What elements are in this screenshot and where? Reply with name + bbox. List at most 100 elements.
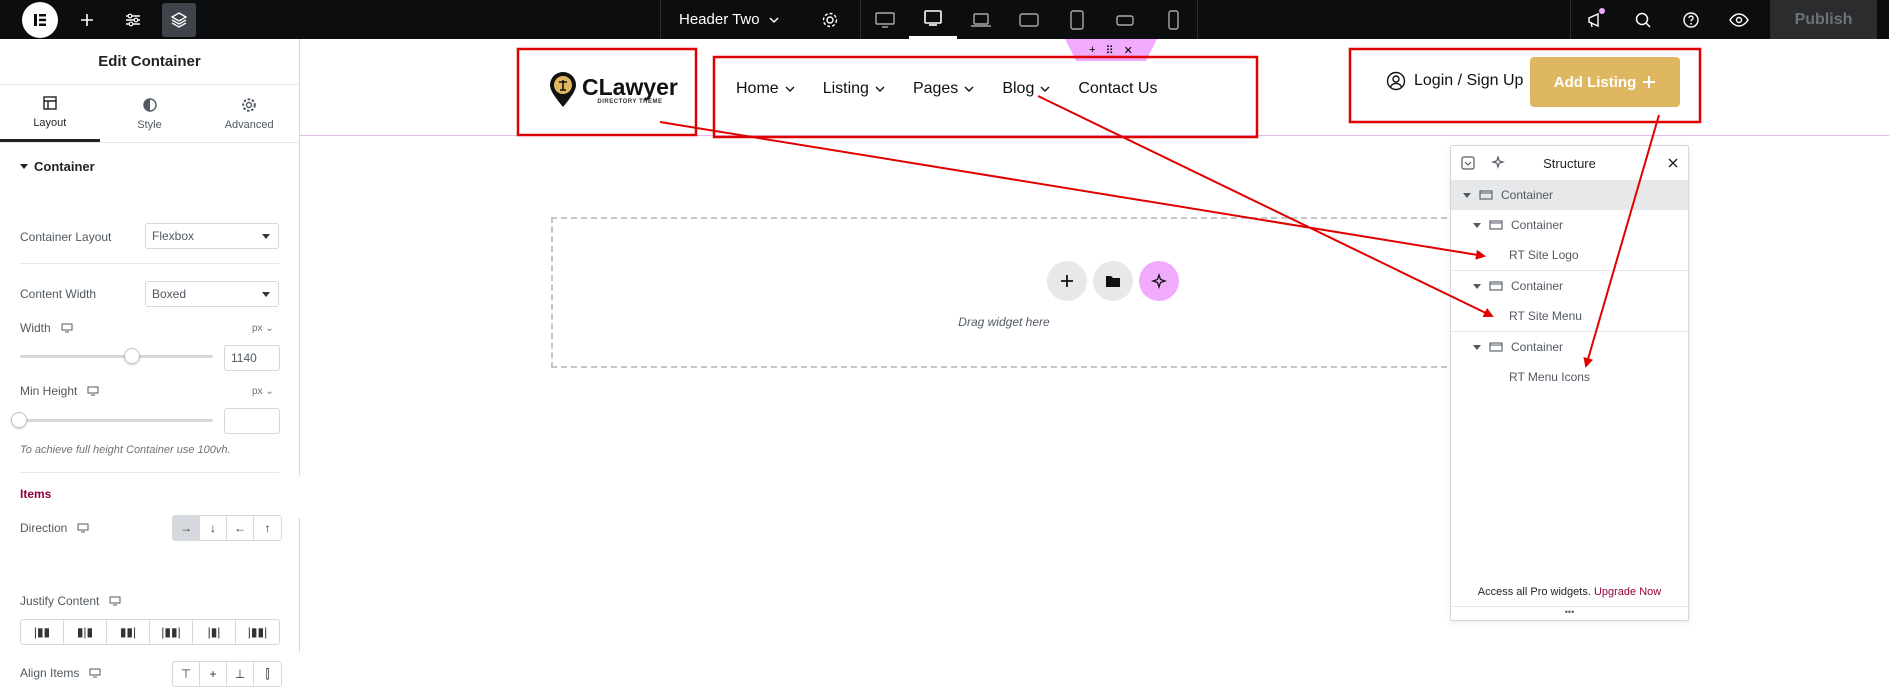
structure-row-widget[interactable]: RT Site Logo (1451, 240, 1688, 270)
mobile-landscape-device-icon[interactable] (1101, 0, 1149, 39)
empty-container-dropzone[interactable]: Drag widget here (551, 217, 1457, 368)
desktop-device-icon[interactable] (861, 0, 909, 39)
direction-column-arrow-down-icon[interactable]: ↓ (200, 516, 227, 540)
template-library-folder-icon[interactable] (1093, 261, 1133, 301)
caret-down-icon (20, 163, 28, 169)
tablet-portrait-device-icon[interactable] (1053, 0, 1101, 39)
divider (20, 472, 279, 473)
tab-style[interactable]: Style (100, 85, 200, 142)
add-listing-button[interactable]: Add Listing (1530, 57, 1680, 107)
width-unit-select[interactable]: px ⌄ (252, 323, 274, 334)
tablet-wide-device-icon[interactable] (1005, 0, 1053, 39)
min-height-unit-select[interactable]: px ⌄ (252, 386, 274, 397)
container-layout-label: Container Layout (20, 230, 112, 244)
desktop-responsive-icon (77, 523, 89, 533)
caret-down-icon (1463, 192, 1471, 198)
page-settings-gear-icon[interactable] (806, 0, 854, 39)
width-slider-handle[interactable] (124, 348, 140, 364)
direction-column-reverse-arrow-up-icon[interactable]: ↑ (254, 516, 281, 540)
nav-label: Home (736, 80, 779, 97)
structure-title: Structure (1543, 155, 1596, 171)
structure-row-container[interactable]: Container (1451, 271, 1688, 301)
upgrade-now-link[interactable]: Upgrade Now (1594, 586, 1661, 598)
container-icon (1489, 342, 1503, 352)
content-width-select[interactable]: Boxed (145, 281, 279, 307)
nav-item-home[interactable]: Home (736, 80, 795, 98)
close-icon[interactable]: ✕ (1124, 44, 1133, 57)
justify-end-icon[interactable]: ▮▮| (107, 620, 150, 644)
nav-item-blog[interactable]: Blog (1002, 80, 1050, 98)
align-start-icon[interactable]: ⊤ (173, 662, 200, 686)
close-icon[interactable] (1668, 158, 1678, 168)
structure-row-widget[interactable]: RT Site Menu (1451, 301, 1688, 331)
divider (20, 263, 279, 264)
justify-content-label-text: Justify Content (20, 594, 100, 608)
elementor-logo-icon[interactable] (22, 1, 58, 38)
min-height-input[interactable] (224, 408, 280, 434)
dropzone-actions (1047, 261, 1179, 301)
tab-style-label: Style (137, 118, 162, 131)
logo-text: CLawyer (582, 73, 678, 100)
section-container-title: Container (34, 158, 95, 174)
pro-widgets-text: Access all Pro widgets. (1477, 586, 1591, 598)
resize-grip-icon[interactable]: ••• (1451, 606, 1688, 618)
structure-row-container[interactable]: Container (1451, 332, 1688, 362)
add-icon[interactable]: + (1089, 44, 1095, 56)
mobile-device-icon[interactable] (1149, 0, 1197, 39)
add-widget-plus-icon[interactable] (1047, 261, 1087, 301)
direction-row-reverse-arrow-left-icon[interactable]: ← (227, 516, 254, 540)
structure-row-container[interactable]: Container (1451, 180, 1688, 210)
align-center-icon[interactable]: + (200, 662, 227, 686)
nav-item-pages[interactable]: Pages (913, 80, 974, 98)
drag-grid-icon[interactable]: ⠿ (1106, 44, 1114, 57)
nav-item-listing[interactable]: Listing (823, 80, 885, 98)
publish-button[interactable]: Publish (1770, 0, 1877, 39)
structure-layers-icon[interactable] (162, 2, 196, 37)
section-container-toggle[interactable]: Container (0, 143, 299, 189)
justify-space-around-icon[interactable]: |▮| (193, 620, 236, 644)
help-icon[interactable] (1667, 0, 1715, 39)
structure-row-container[interactable]: Container (1451, 210, 1688, 240)
preview-eye-icon[interactable] (1715, 0, 1763, 39)
structure-row-widget[interactable]: RT Menu Icons (1451, 362, 1688, 392)
container-layout-select[interactable]: Flexbox (145, 223, 279, 249)
structure-row-label: Container (1511, 279, 1564, 293)
justify-space-evenly-icon[interactable]: |▮▮| (236, 620, 279, 644)
align-stretch-icon[interactable]: ⫿ (254, 662, 281, 686)
structure-row-label: Container (1511, 340, 1564, 354)
add-element-icon[interactable] (70, 3, 104, 37)
width-unit: px (252, 323, 263, 334)
tablet-landscape-device-icon[interactable] (909, 0, 957, 39)
ai-sparkle-icon[interactable] (1139, 261, 1179, 301)
laptop-device-icon[interactable] (957, 0, 1005, 39)
justify-start-icon[interactable]: |▮▮ (21, 620, 64, 644)
login-signup-link[interactable]: Login / Sign Up (1386, 71, 1523, 91)
width-slider-track[interactable] (20, 355, 213, 358)
min-height-slider-handle[interactable] (11, 412, 27, 428)
tab-layout[interactable]: Layout (0, 85, 100, 142)
whats-new-megaphone-icon[interactable] (1571, 0, 1619, 39)
document-title-area[interactable]: Header Two (660, 0, 854, 39)
document-title[interactable]: Header Two (661, 11, 806, 28)
nav-label: Listing (822, 80, 869, 97)
site-logo[interactable]: CLawyer DIRECTORY THEME (548, 72, 678, 108)
content-width-label: Content Width (20, 287, 97, 301)
site-settings-icon[interactable] (116, 3, 150, 37)
items-section-title: Items (20, 487, 52, 501)
topbar-left (0, 0, 660, 39)
min-height-slider-track[interactable] (20, 419, 213, 422)
search-icon[interactable] (1619, 0, 1667, 39)
structure-row-label: Container (1501, 188, 1554, 202)
direction-row-arrow-right-icon[interactable]: → (173, 516, 200, 540)
editor-topbar: Header Two Publish (0, 0, 1889, 39)
tab-advanced[interactable]: Advanced (199, 85, 299, 142)
header-outline (300, 135, 1889, 136)
nav-item-contact-us[interactable]: Contact Us (1078, 80, 1157, 98)
responsive-device-switcher (860, 0, 1198, 39)
width-input[interactable]: 1140 (224, 345, 280, 371)
justify-space-between-icon[interactable]: |▮▮| (150, 620, 193, 644)
align-end-icon[interactable]: ⊥ (227, 662, 254, 686)
structure-header: Structure (1451, 146, 1688, 180)
container-handle[interactable]: + ⠿ ✕ (1065, 39, 1157, 61)
justify-center-icon[interactable]: ▮|▮ (64, 620, 107, 644)
